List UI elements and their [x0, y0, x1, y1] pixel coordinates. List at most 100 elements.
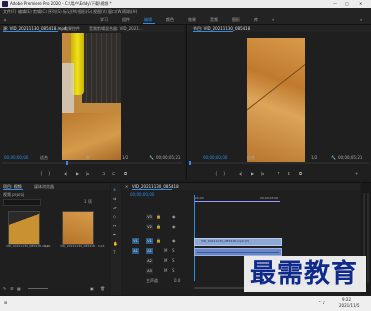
menu-window[interactable]: 窗口(W)	[108, 9, 123, 14]
insert-icon[interactable]: ⊐	[102, 171, 105, 176]
icon-view-icon[interactable]: ▦	[17, 286, 21, 291]
overwrite-icon[interactable]: ⊏	[112, 171, 115, 176]
program-step-forward-icon[interactable]: |▸	[261, 171, 264, 176]
menu-help[interactable]: 帮助(H)	[123, 9, 137, 14]
export-frame-icon[interactable]: ◘	[124, 171, 127, 176]
step-back-icon[interactable]: ◂|	[64, 171, 67, 176]
tab-media-browser[interactable]: 媒体浏览器	[34, 184, 54, 189]
track-a1-mute-icon[interactable]: M	[164, 248, 167, 253]
menu-marker[interactable]: 标记(M)	[63, 9, 78, 14]
track-a2-mute-icon[interactable]: M	[164, 258, 167, 263]
clip-v1[interactable]: VID_20211130_085418.mp4 [V]	[194, 238, 282, 246]
workspace-assembly[interactable]: 组件	[122, 17, 130, 22]
program-resolution-dropdown[interactable]: 1/2	[311, 155, 317, 160]
program-wrench-icon[interactable]: 🔧	[331, 155, 336, 160]
tab-audio-clip-mixer[interactable]: 音频剪辑混合器: VID_2021...	[89, 26, 143, 31]
workspace-audio[interactable]: 音频	[210, 17, 218, 22]
workspace-learn[interactable]: 学习	[100, 17, 108, 22]
track-a2-solo-icon[interactable]: S	[172, 258, 175, 263]
more-workspaces-icon[interactable]: »	[272, 17, 274, 22]
program-fit-dropdown[interactable]: 适合	[247, 155, 255, 160]
source-settings-icon[interactable]: ⚙	[86, 155, 90, 160]
program-play-icon[interactable]: ▶	[251, 171, 254, 176]
new-item-icon[interactable]: ▣	[90, 286, 94, 291]
hand-tool-icon[interactable]: ✋	[113, 241, 118, 246]
minimize-button[interactable]: —	[333, 1, 337, 6]
clip-a1[interactable]	[194, 248, 282, 256]
menu-edit[interactable]: 编辑(E)	[18, 9, 32, 14]
razor-tool-icon[interactable]: ◇	[113, 214, 116, 219]
workspace-effects[interactable]: 效果	[188, 17, 196, 22]
trash-icon[interactable]: 🗑	[100, 286, 105, 291]
track-a3-label[interactable]: A3	[146, 268, 153, 274]
mark-out-icon[interactable]: }	[48, 171, 51, 176]
write-lock-icon[interactable]: ✎	[3, 286, 6, 291]
track-v1-lock-icon[interactable]: 🔒	[156, 238, 161, 243]
source-playhead[interactable]	[66, 161, 68, 165]
timeline-close-icon[interactable]: ✕	[125, 184, 128, 189]
work-area-bar[interactable]	[194, 201, 280, 202]
program-playhead[interactable]	[189, 161, 191, 165]
track-select-tool-icon[interactable]: ⇉	[113, 196, 116, 201]
track-a3-solo-icon[interactable]: S	[172, 268, 175, 273]
type-tool-icon[interactable]: T	[113, 250, 115, 255]
track-a1-solo-icon[interactable]: S	[172, 248, 175, 253]
program-scrubber[interactable]	[189, 161, 369, 165]
pen-tool-icon[interactable]: ✒	[113, 232, 116, 237]
play-icon[interactable]: ▶	[76, 171, 79, 176]
workspace-libraries[interactable]: 库	[254, 17, 258, 22]
selection-tool-icon[interactable]: ➤	[113, 187, 116, 192]
close-button[interactable]: ✕	[359, 1, 362, 6]
source-scrubber[interactable]	[2, 161, 182, 165]
lift-icon[interactable]: ⇡	[277, 171, 280, 176]
program-mark-in-icon[interactable]: {	[215, 171, 218, 176]
source-resolution-dropdown[interactable]: 1/2	[122, 155, 128, 160]
menu-sequence[interactable]: 序列(S)	[48, 9, 62, 14]
master-track-value[interactable]: 0.0	[174, 278, 180, 283]
ripple-edit-tool-icon[interactable]: ⟛	[113, 205, 117, 210]
source-fit-dropdown[interactable]: 适合	[40, 155, 48, 160]
menu-view[interactable]: 视图(V)	[93, 9, 107, 14]
track-a1-label[interactable]: A1	[146, 248, 153, 254]
extract-icon[interactable]: ⇞	[287, 171, 290, 176]
track-v1-source[interactable]: V1	[132, 238, 139, 244]
program-export-frame-icon[interactable]: ◘	[299, 171, 302, 176]
slip-tool-icon[interactable]: ↔	[113, 223, 116, 228]
add-button-icon[interactable]: +	[355, 171, 358, 176]
track-v3-label[interactable]: V3	[146, 214, 153, 220]
project-search-input[interactable]	[3, 199, 41, 206]
mark-in-icon[interactable]: {	[40, 171, 43, 176]
timeline-timecode[interactable]: 00;00;00;00	[130, 192, 154, 197]
source-timecode[interactable]: 00;00;00;00	[4, 155, 28, 160]
track-v1-eye-icon[interactable]: ◉	[172, 238, 176, 243]
start-icon[interactable]: ⊞	[4, 300, 7, 305]
track-a2-label[interactable]: A2	[146, 258, 153, 264]
workspace-color[interactable]: 颜色	[166, 17, 174, 22]
track-v2-lock-icon[interactable]: 🔒	[156, 224, 161, 229]
track-a3-mute-icon[interactable]: M	[164, 268, 167, 273]
tab-effect-controls[interactable]: 效果控件	[64, 26, 80, 31]
sequence-thumbnail[interactable]	[62, 211, 94, 245]
wrench-icon[interactable]: 🔧	[149, 155, 154, 160]
track-a1-source[interactable]: A1	[132, 248, 139, 254]
track-v3-lock-icon[interactable]: 🔒	[156, 214, 161, 219]
program-step-back-icon[interactable]: ◂|	[239, 171, 242, 176]
menu-file[interactable]: 文件(F)	[3, 9, 16, 14]
menu-graphics[interactable]: 图形(G)	[78, 9, 92, 14]
track-v2-eye-icon[interactable]: ◉	[172, 224, 176, 229]
menu-clip[interactable]: 剪辑(C)	[33, 9, 47, 14]
track-v1-label[interactable]: V1	[146, 238, 153, 244]
home-icon[interactable]: ⌂	[4, 17, 7, 22]
track-v3-eye-icon[interactable]: ◉	[172, 214, 176, 219]
list-view-icon[interactable]: ☰	[10, 286, 14, 291]
program-timecode[interactable]: 00;00;00;00	[203, 155, 227, 160]
program-mark-out-icon[interactable]: }	[223, 171, 226, 176]
tray-icons[interactable]: ⌃ ♪	[318, 300, 325, 305]
step-forward-icon[interactable]: |▸	[86, 171, 89, 176]
track-v2-label[interactable]: V2	[146, 224, 153, 230]
workspace-graphics[interactable]: 图形	[232, 17, 240, 22]
zoom-slider[interactable]	[28, 288, 48, 289]
search-icon[interactable]: ⌕	[360, 17, 362, 22]
workspace-editing[interactable]: 编辑	[144, 17, 152, 22]
maximize-button[interactable]: □	[345, 1, 349, 6]
